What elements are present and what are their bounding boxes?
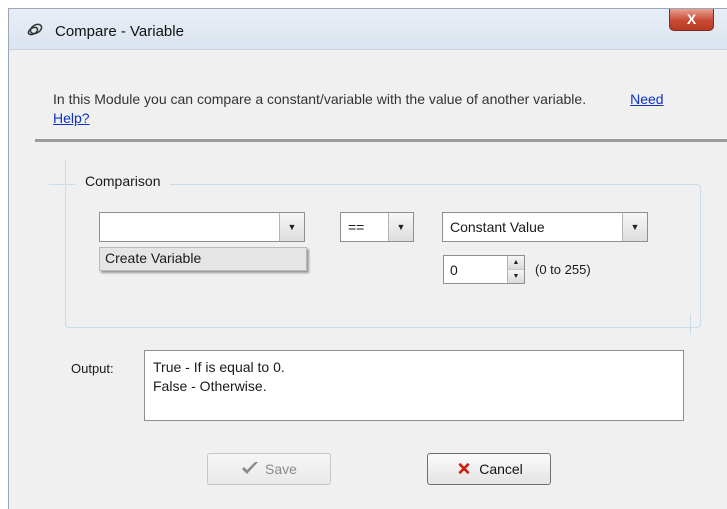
intro-text: In this Module you can compare a constan… bbox=[53, 91, 587, 107]
right-operand-type-select[interactable]: Constant Value ▼ bbox=[442, 212, 648, 242]
spin-down-icon[interactable]: ▼ bbox=[507, 270, 524, 283]
output-line-false: False - Otherwise. bbox=[153, 378, 267, 394]
spin-up-icon[interactable]: ▲ bbox=[507, 256, 524, 270]
save-label: Save bbox=[265, 461, 297, 477]
output-textbox: True - If is equal to 0. False - Otherwi… bbox=[144, 350, 684, 421]
separator bbox=[35, 139, 727, 142]
right-operand-type-value: Constant Value bbox=[450, 219, 545, 235]
output-label: Output: bbox=[71, 361, 114, 376]
cancel-button[interactable]: Cancel bbox=[427, 453, 551, 485]
close-button[interactable]: X bbox=[669, 9, 714, 31]
create-variable-option[interactable]: Create Variable bbox=[105, 250, 201, 266]
cancel-label: Cancel bbox=[479, 461, 523, 477]
window-title: Compare - Variable bbox=[55, 23, 184, 40]
left-operand-dropdown-list: Create Variable bbox=[99, 247, 307, 271]
constant-value-spinner[interactable]: 0 ▲ ▼ bbox=[443, 255, 525, 284]
chevron-down-icon[interactable]: ▼ bbox=[622, 213, 647, 241]
comparison-legend: Comparison bbox=[75, 173, 171, 189]
constant-value: 0 bbox=[450, 262, 458, 278]
groupbox-left-tick bbox=[49, 184, 65, 185]
chain-link-icon bbox=[27, 23, 43, 36]
range-label: (0 to 255) bbox=[535, 262, 591, 277]
x-icon bbox=[458, 462, 470, 475]
compare-variable-dialog: Compare - Variable X In this Module you … bbox=[8, 8, 727, 509]
output-line-true: True - If is equal to 0. bbox=[153, 359, 285, 375]
save-button[interactable]: Save bbox=[207, 453, 331, 485]
chevron-down-icon[interactable]: ▼ bbox=[279, 213, 304, 241]
intro-text-block: In this Module you can compare a constan… bbox=[53, 90, 693, 128]
title-bar: Compare - Variable X bbox=[9, 9, 727, 50]
chevron-down-icon[interactable]: ▼ bbox=[388, 213, 413, 241]
checkmark-icon bbox=[242, 462, 259, 474]
operator-select[interactable]: == ▼ bbox=[340, 212, 414, 242]
operator-value: == bbox=[348, 219, 365, 235]
groupbox-top-tick bbox=[65, 159, 66, 185]
left-operand-select[interactable]: ▼ bbox=[99, 212, 305, 242]
